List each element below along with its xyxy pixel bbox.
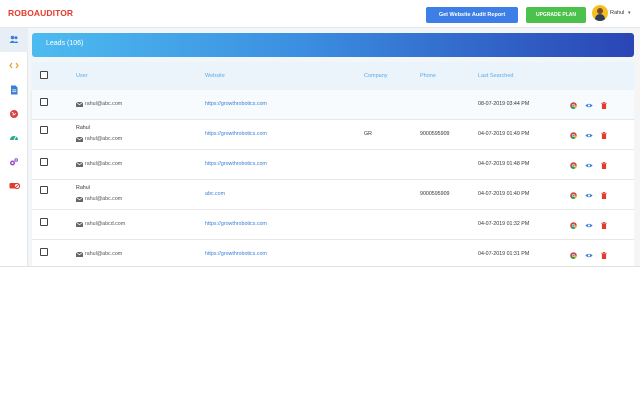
app-logo[interactable]: ROBOAUDITOR bbox=[8, 8, 73, 18]
user-email-cell: rahul@abcd.com bbox=[85, 221, 126, 227]
chrome-icon[interactable] bbox=[570, 222, 577, 229]
sidebar-item-leads[interactable] bbox=[0, 28, 28, 52]
table-row[interactable]: Rahul rahul@abc.com abc.com 9000595909 04-07… bbox=[32, 180, 634, 210]
user-email-cell: rahul@abc.com bbox=[85, 161, 123, 167]
table-row[interactable]: rahul@abcd.com https://growthrobotics.com… bbox=[32, 210, 634, 240]
sidebar bbox=[0, 28, 28, 266]
mail-icon bbox=[76, 161, 83, 167]
table-header: User Website Company Phone Last Searched bbox=[32, 62, 634, 90]
website-link[interactable]: https://growthrobotics.com bbox=[205, 161, 267, 167]
delete-trash-icon[interactable] bbox=[601, 132, 607, 139]
document-icon bbox=[11, 85, 18, 95]
leads-header: Leads (106) bbox=[32, 33, 634, 57]
last-searched-cell: 04-07-2019 01:31 PM bbox=[478, 251, 530, 257]
sidebar-item-performance[interactable] bbox=[0, 126, 28, 150]
sidebar-item-blocked[interactable] bbox=[0, 174, 28, 198]
code-icon bbox=[9, 62, 19, 69]
users-icon bbox=[9, 35, 19, 43]
last-searched-cell: 04-07-2019 01:40 PM bbox=[478, 191, 530, 197]
row-checkbox[interactable] bbox=[40, 218, 48, 226]
mail-icon bbox=[76, 136, 83, 142]
delete-trash-icon[interactable] bbox=[601, 222, 607, 229]
delete-trash-icon[interactable] bbox=[601, 162, 607, 169]
phone-cell: 9000595909 bbox=[420, 131, 450, 137]
website-link[interactable]: https://growthrobotics.com bbox=[205, 251, 267, 257]
speedometer-icon bbox=[10, 136, 18, 141]
view-eye-icon[interactable] bbox=[585, 253, 593, 258]
user-email-cell: rahul@abc.com bbox=[85, 196, 123, 202]
last-searched-cell: 04-07-2019 01:48 PM bbox=[478, 161, 530, 167]
user-name[interactable]: Rahul bbox=[610, 10, 624, 16]
user-name-cell: Rahul bbox=[76, 125, 90, 131]
table-row[interactable]: rahul@abc.com https://growthrobotics.com 0… bbox=[32, 90, 634, 120]
mail-icon bbox=[76, 196, 83, 202]
website-link[interactable]: https://growthrobotics.com bbox=[205, 101, 267, 107]
chrome-icon[interactable] bbox=[570, 132, 577, 139]
page-title: Leads (106) bbox=[46, 40, 84, 47]
user-name-cell: Rahul bbox=[76, 185, 90, 191]
user-email-cell: rahul@abc.com bbox=[85, 101, 123, 107]
select-all-checkbox[interactable] bbox=[40, 71, 48, 79]
ban-icon bbox=[9, 182, 20, 190]
chrome-icon[interactable] bbox=[570, 162, 577, 169]
avatar[interactable] bbox=[592, 5, 608, 21]
row-checkbox[interactable] bbox=[40, 126, 48, 134]
page-background bbox=[0, 266, 640, 400]
sidebar-item-global[interactable] bbox=[0, 102, 28, 126]
table-row[interactable]: rahul@abc.com https://growthrobotics.com 0… bbox=[32, 150, 634, 180]
view-eye-icon[interactable] bbox=[585, 163, 593, 168]
last-searched-cell: 04-07-2019 01:32 PM bbox=[478, 221, 530, 227]
delete-trash-icon[interactable] bbox=[601, 102, 607, 109]
settings-icon bbox=[10, 158, 18, 166]
website-link[interactable]: abc.com bbox=[205, 191, 225, 197]
scrollbar[interactable] bbox=[634, 28, 640, 266]
view-eye-icon[interactable] bbox=[585, 223, 593, 228]
user-email-cell: rahul@abc.com bbox=[85, 136, 123, 142]
globe-icon bbox=[10, 110, 18, 118]
table-row[interactable]: Rahul rahul@abc.com https://growthrobotics… bbox=[32, 120, 634, 150]
view-eye-icon[interactable] bbox=[585, 193, 593, 198]
mail-icon bbox=[76, 101, 83, 107]
sidebar-item-code[interactable] bbox=[0, 54, 28, 78]
main-content: Leads (106) User Website Company Phone L… bbox=[28, 28, 634, 270]
mail-icon bbox=[76, 221, 83, 227]
chrome-icon[interactable] bbox=[570, 252, 577, 259]
delete-trash-icon[interactable] bbox=[601, 252, 607, 259]
row-checkbox[interactable] bbox=[40, 98, 48, 106]
last-searched-cell: 04-07-2019 01:49 PM bbox=[478, 131, 530, 137]
last-searched-cell: 08-07-2019 03:44 PM bbox=[478, 101, 530, 107]
row-checkbox[interactable] bbox=[40, 248, 48, 256]
get-website-audit-report-button[interactable]: Get Website Audit Report bbox=[426, 7, 518, 23]
row-checkbox[interactable] bbox=[40, 158, 48, 166]
website-link[interactable]: https://growthrobotics.com bbox=[205, 131, 267, 137]
row-checkbox[interactable] bbox=[40, 186, 48, 194]
sidebar-item-documents[interactable] bbox=[0, 78, 28, 102]
view-eye-icon[interactable] bbox=[585, 133, 593, 138]
sidebar-item-settings[interactable] bbox=[0, 150, 28, 174]
phone-cell: 9000595909 bbox=[420, 191, 450, 197]
user-email-cell: rahul@abc.com bbox=[85, 251, 123, 257]
chevron-down-icon[interactable]: ▾ bbox=[628, 10, 631, 16]
mail-icon bbox=[76, 251, 83, 257]
chrome-icon[interactable] bbox=[570, 192, 577, 199]
column-header-user[interactable]: User bbox=[76, 73, 88, 79]
top-bar: ROBOAUDITOR Get Website Audit Report UPG… bbox=[0, 0, 640, 28]
website-link[interactable]: https://growthrobotics.com bbox=[205, 221, 267, 227]
chrome-icon[interactable] bbox=[570, 102, 577, 109]
column-header-last-searched[interactable]: Last Searched bbox=[478, 73, 513, 79]
column-header-phone[interactable]: Phone bbox=[420, 73, 436, 79]
leads-table: User Website Company Phone Last Searched… bbox=[32, 62, 634, 270]
delete-trash-icon[interactable] bbox=[601, 192, 607, 199]
upgrade-plan-button[interactable]: UPGRADE PLAN bbox=[526, 7, 586, 23]
column-header-website[interactable]: Website bbox=[205, 73, 225, 79]
company-cell: GR bbox=[364, 131, 372, 137]
view-eye-icon[interactable] bbox=[585, 103, 593, 108]
column-header-company[interactable]: Company bbox=[364, 73, 388, 79]
